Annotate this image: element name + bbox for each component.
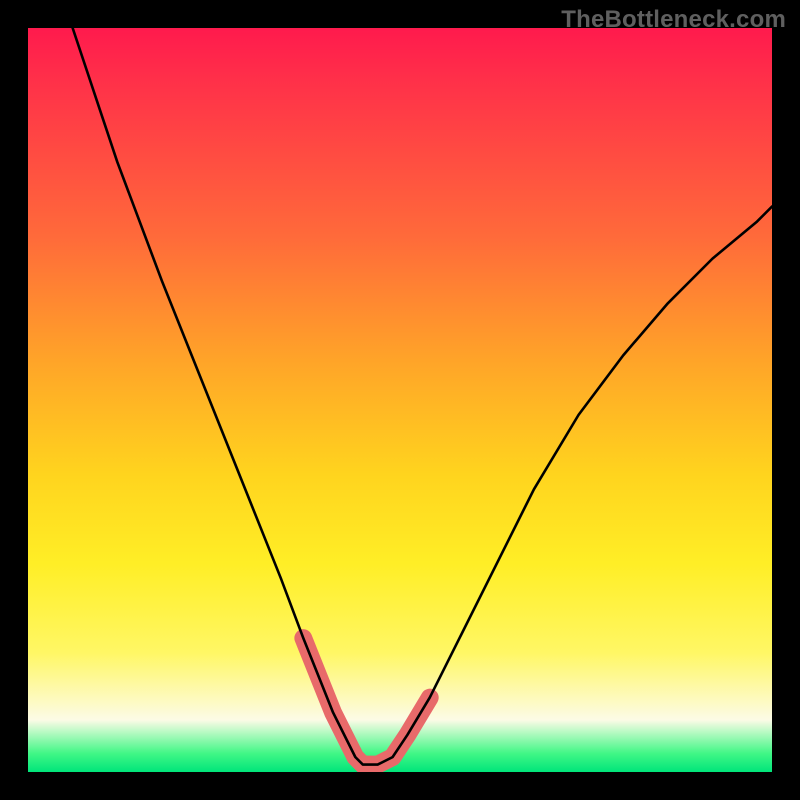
curve-layer <box>28 28 772 772</box>
bottleneck-curve <box>73 28 772 765</box>
watermark-text: TheBottleneck.com <box>561 6 786 34</box>
plot-area <box>28 28 772 772</box>
near-optimal-band <box>303 638 429 764</box>
chart-stage: TheBottleneck.com <box>0 0 800 800</box>
